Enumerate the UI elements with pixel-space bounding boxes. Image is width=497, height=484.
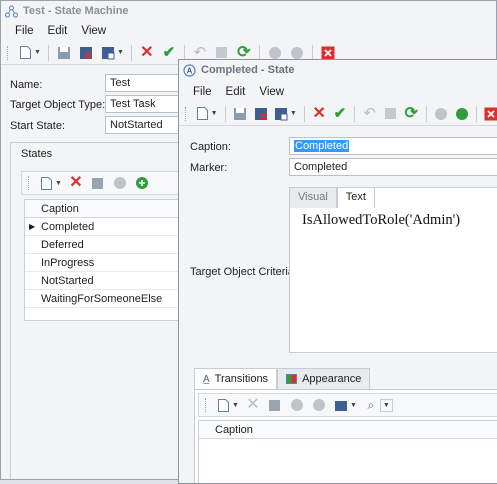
toolbar-grip[interactable] [28, 176, 31, 190]
new-icon[interactable] [195, 106, 210, 122]
start-state-label: Start State: [10, 120, 66, 132]
states-group-title: States [21, 148, 53, 160]
tab-text[interactable]: Text [336, 188, 375, 208]
tab-visual[interactable]: Visual [290, 188, 337, 208]
filter-icon[interactable]: ⌕ [363, 397, 379, 413]
criteria-tabs: Visual Text [290, 188, 375, 208]
previous-icon[interactable] [289, 397, 305, 413]
target-object-criteria-label: Target Object Criteria: [190, 266, 297, 278]
state-titlebar: A Completed - State [179, 60, 497, 80]
menu-file[interactable]: File [15, 25, 34, 37]
save-icon[interactable] [233, 106, 248, 122]
toolbar-separator [303, 105, 305, 122]
save-dropdown-icon[interactable]: ▼ [290, 110, 297, 117]
marker-label: Marker: [190, 162, 228, 174]
transitions-panel: ▼ ✕ ▼ ⌕ ▼ Caption [194, 389, 497, 483]
new-transition-dropdown-icon[interactable]: ▼ [232, 402, 239, 409]
toolbar-separator [425, 105, 427, 122]
state-window-title: Completed - State [201, 64, 295, 76]
save-dropdown-icon[interactable]: ▼ [117, 49, 124, 56]
next-icon[interactable] [311, 397, 327, 413]
transitions-icon: A̲ [203, 373, 210, 385]
next-icon[interactable] [454, 106, 469, 122]
delete-state-icon[interactable]: ✕ [68, 175, 84, 191]
delete-icon[interactable]: ✕ [139, 44, 155, 61]
state-caption: InProgress [41, 257, 95, 269]
transitions-grid: Caption [198, 420, 497, 483]
toolbar-grip[interactable] [7, 45, 10, 60]
new-dropdown-icon[interactable]: ▼ [34, 49, 41, 56]
menu-view[interactable]: View [81, 25, 106, 37]
validate-icon[interactable]: ✔ [161, 45, 177, 61]
tab-appearance-label: Appearance [302, 373, 362, 385]
name-label: Name: [10, 79, 43, 91]
current-row-indicator-icon: ▶ [29, 222, 36, 231]
menu-edit[interactable]: Edit [226, 86, 246, 98]
state-icon: A [183, 63, 196, 77]
caption-label: Caption: [190, 141, 231, 153]
previous-icon[interactable] [434, 106, 449, 122]
previous-state-icon[interactable] [112, 175, 128, 191]
save-new-icon[interactable] [100, 45, 116, 61]
state-machine-titlebar: Test - State Machine [1, 1, 496, 21]
toolbar-separator [47, 44, 49, 61]
state-caption: Completed [41, 221, 95, 233]
state-caption: WaitingForSomeoneElse [41, 293, 163, 305]
toolbar-separator [354, 105, 356, 122]
export-icon[interactable] [333, 397, 349, 413]
new-icon[interactable] [17, 45, 33, 61]
new-state-dropdown-icon[interactable]: ▼ [55, 180, 62, 187]
tab-appearance[interactable]: Appearance [277, 368, 371, 389]
criteria-editor: Visual Text IsAllowedToRole('Admin') [289, 187, 497, 353]
unlink-icon[interactable] [267, 397, 283, 413]
new-state-icon[interactable] [38, 175, 54, 191]
delete-icon[interactable]: ✕ [312, 105, 327, 122]
state-menubar: File Edit View [179, 82, 497, 102]
cancel-icon[interactable] [383, 106, 398, 122]
filter-dropdown-icon[interactable]: ▼ [379, 398, 393, 412]
svg-text:A: A [187, 66, 193, 75]
toolbar-separator [476, 105, 478, 122]
save-new-icon[interactable] [274, 106, 289, 122]
transitions-toolbar: ▼ ✕ ▼ ⌕ ▼ [198, 393, 497, 417]
delete-transition-icon[interactable]: ✕ [245, 397, 261, 413]
marker-field[interactable]: Completed [289, 158, 497, 176]
target-object-type-label: Target Object Type: [10, 99, 106, 111]
menu-edit[interactable]: Edit [48, 25, 68, 37]
menu-file[interactable]: File [193, 86, 212, 98]
appearance-icon [286, 374, 298, 384]
main-menubar: File Edit View [1, 21, 496, 41]
save-icon[interactable] [56, 45, 72, 61]
caption-field[interactable]: Completed [289, 137, 497, 155]
criteria-text-area[interactable]: IsAllowedToRole('Admin') [302, 212, 460, 229]
toolbar-separator [130, 44, 132, 61]
new-dropdown-icon[interactable]: ▼ [211, 110, 218, 117]
state-toolbar: ▼ ▼ ✕ ✔ ↶ ⟳ [179, 102, 497, 126]
toolbar-grip[interactable] [185, 106, 188, 121]
state-detail-window: A Completed - State File Edit View ▼ ▼ ✕… [178, 59, 497, 484]
state-caption: Deferred [41, 239, 84, 251]
transitions-grid-header[interactable]: Caption [199, 421, 497, 439]
toolbar-separator [224, 105, 226, 122]
tab-transitions-label: Transitions [214, 373, 269, 385]
state-machine-icon [4, 4, 19, 18]
refresh-icon[interactable]: ⟳ [404, 105, 419, 122]
undo-icon[interactable]: ↶ [362, 106, 377, 122]
tab-transitions[interactable]: A̲ Transitions [194, 368, 278, 389]
states-toolbar: ▼ ✕ [21, 171, 201, 195]
new-transition-icon[interactable] [215, 397, 231, 413]
menu-view[interactable]: View [259, 86, 284, 98]
unlink-icon[interactable] [90, 175, 106, 191]
save-close-icon[interactable] [253, 106, 268, 122]
toolbar-grip[interactable] [205, 398, 208, 412]
save-close-icon[interactable] [78, 45, 94, 61]
close-icon[interactable] [484, 106, 497, 122]
state-caption: NotStarted [41, 275, 94, 287]
bottom-tabs: A̲ Transitions Appearance [194, 368, 371, 389]
window-title: Test - State Machine [23, 5, 129, 17]
validate-icon[interactable]: ✔ [333, 106, 348, 122]
add-state-icon[interactable] [134, 175, 150, 191]
caption-value-selected: Completed [294, 140, 350, 152]
export-dropdown-icon[interactable]: ▼ [350, 402, 357, 409]
